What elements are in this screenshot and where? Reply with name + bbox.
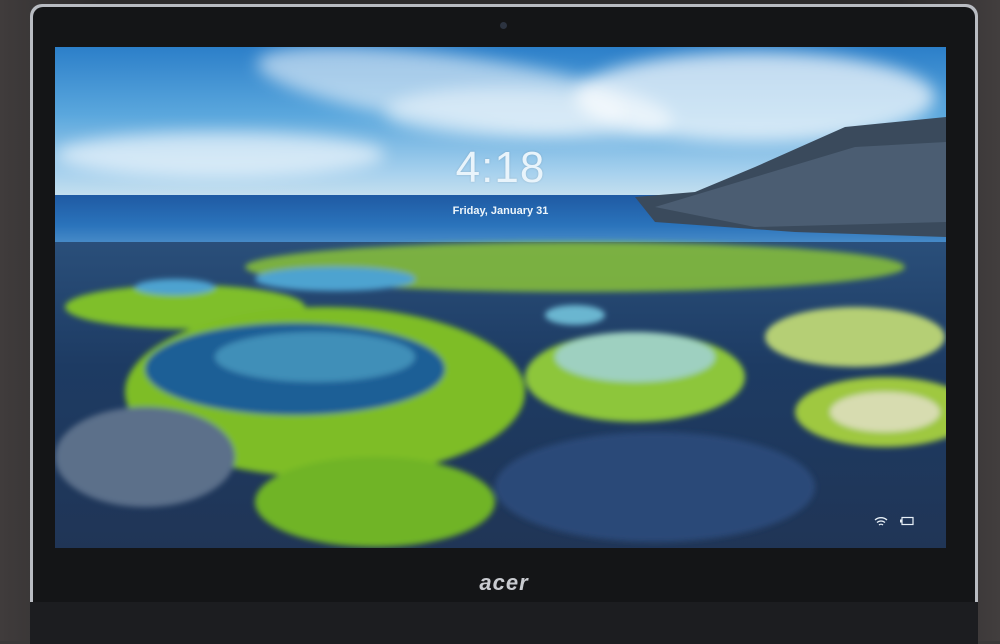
wallpaper-scenery [55, 117, 946, 547]
battery-icon[interactable] [900, 516, 914, 530]
webcam [500, 22, 507, 29]
acer-logo: acer [479, 570, 529, 595]
lock-screen[interactable]: 4:18 Friday, January 31 [55, 47, 946, 548]
bezel-chin [30, 602, 978, 644]
lock-screen-clock: 4:18 [455, 143, 546, 192]
wifi-icon[interactable] [874, 516, 888, 530]
lock-screen-date: Friday, January 31 [452, 205, 549, 217]
status-tray [874, 516, 914, 530]
